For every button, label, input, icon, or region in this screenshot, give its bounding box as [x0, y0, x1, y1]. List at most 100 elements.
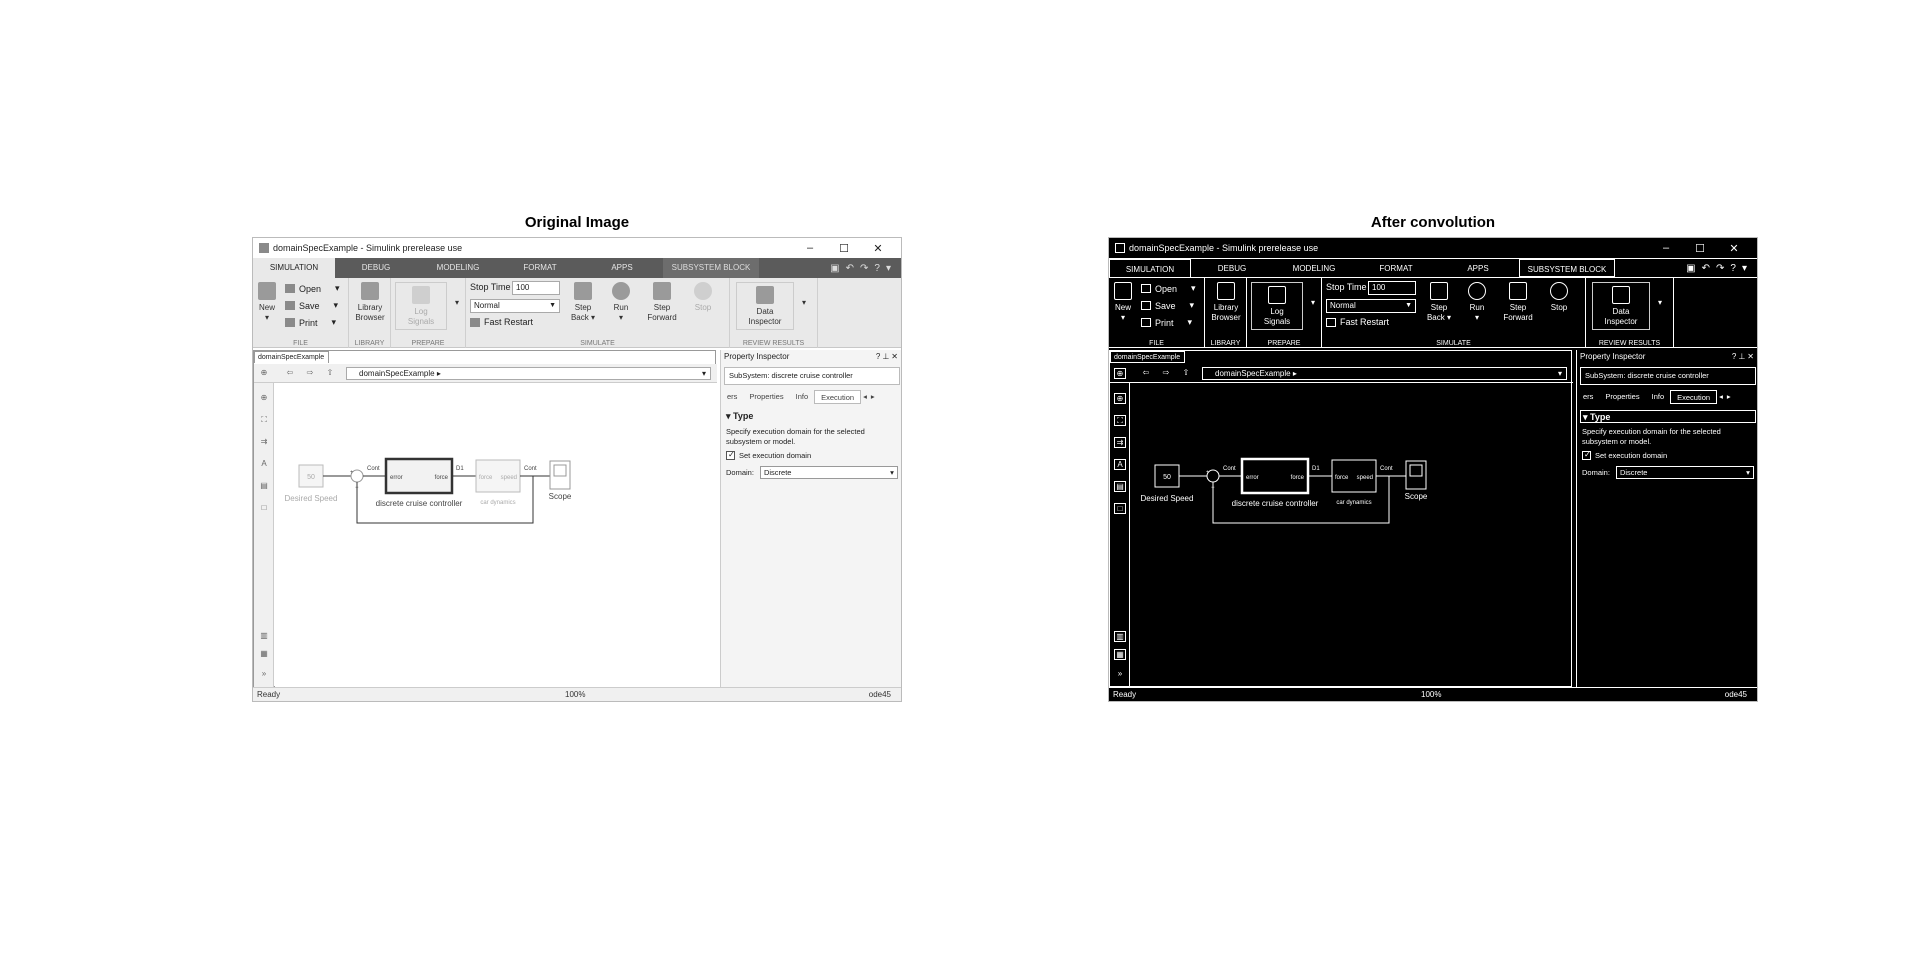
new-button[interactable]: New ▾	[257, 282, 277, 323]
tab-apps[interactable]: APPS	[581, 258, 663, 278]
chevron-down-icon[interactable]: ▾	[886, 263, 891, 274]
model-tab[interactable]: domainSpecExample	[1110, 351, 1185, 363]
tab-scroll-right-icon[interactable]: ▸	[1725, 390, 1733, 404]
forward-arrow-icon[interactable]: ⇨	[304, 368, 316, 379]
zoom-icon[interactable]: ⊕	[1114, 393, 1126, 404]
breadcrumb[interactable]: domainSpecExample ▸ ▾	[346, 367, 711, 380]
type-section-header[interactable]: ▾ Type	[724, 410, 900, 423]
minimize-button[interactable]: –	[793, 242, 827, 254]
up-arrow-icon[interactable]: ⇧	[1180, 368, 1192, 379]
inspector-tab-parameters[interactable]: ers	[721, 390, 743, 404]
library-browser-button[interactable]: Library Browser	[1207, 282, 1245, 323]
image-icon[interactable]: ▤	[1114, 481, 1126, 492]
save-button[interactable]: Save ▾	[1141, 300, 1194, 311]
zoom-icon[interactable]: ⊕	[258, 393, 270, 404]
run-button[interactable]: Run ▾	[606, 282, 636, 323]
inspector-tab-execution[interactable]: Execution	[814, 390, 862, 404]
chevron-down-icon[interactable]: ▾	[1558, 368, 1562, 380]
review-gallery-dropdown[interactable]: ▾	[798, 298, 810, 308]
print-button[interactable]: Print ▾	[285, 317, 336, 328]
pin-icon[interactable]: ⊥	[882, 352, 891, 361]
tab-scroll-left-icon[interactable]: ◂	[1717, 390, 1725, 404]
set-execution-domain-checkbox[interactable]: ✓	[726, 450, 735, 460]
save-button[interactable]: Save ▾	[285, 300, 338, 311]
model-browser-icon[interactable]: ▥	[258, 631, 270, 642]
save-icon[interactable]: ▣	[1686, 263, 1695, 274]
tab-scroll-left-icon[interactable]: ◂	[861, 390, 869, 404]
prepare-gallery-dropdown[interactable]: ▾	[1307, 298, 1319, 308]
tab-scroll-right-icon[interactable]: ▸	[869, 390, 877, 404]
tab-format[interactable]: FORMAT	[1355, 259, 1437, 277]
save-icon[interactable]: ▣	[830, 263, 839, 274]
layers-icon[interactable]: ▦	[1114, 649, 1126, 660]
tab-simulation[interactable]: SIMULATION	[253, 258, 335, 278]
fit-view-icon[interactable]: ⛶	[1114, 415, 1126, 426]
diagram-canvas[interactable]: 50 Desired Speed + − Cont error force di…	[1131, 383, 1573, 688]
expand-icon[interactable]: »	[258, 669, 270, 680]
simulation-mode-select[interactable]: Normal ▼	[1326, 299, 1416, 313]
solver-name[interactable]: ode45	[869, 688, 891, 701]
simulation-mode-select[interactable]: Normal ▼	[470, 299, 560, 313]
log-signals-button[interactable]: Log Signals	[395, 282, 447, 330]
data-inspector-button[interactable]: Data Inspector	[736, 282, 794, 330]
close-button[interactable]: ✕	[861, 242, 895, 255]
fast-restart-button[interactable]: Fast Restart	[470, 317, 533, 327]
stop-button[interactable]: Stop	[688, 282, 718, 313]
zoom-level[interactable]: 100%	[565, 688, 585, 701]
solver-name[interactable]: ode45	[1725, 688, 1747, 701]
open-button[interactable]: Open ▾	[1141, 283, 1196, 294]
area-icon[interactable]: □	[1114, 503, 1126, 514]
area-icon[interactable]: □	[258, 503, 270, 514]
undo-icon[interactable]: ↶	[1702, 263, 1710, 274]
prepare-gallery-dropdown[interactable]: ▾	[451, 298, 463, 308]
route-lines-icon[interactable]: ⇉	[1114, 437, 1126, 448]
tab-subsystem-block[interactable]: SUBSYSTEM BLOCK	[1519, 259, 1615, 277]
stop-button[interactable]: Stop	[1544, 282, 1574, 313]
diagram-canvas[interactable]: 50 Desired Speed + − Cont error force di…	[275, 383, 717, 688]
minimize-button[interactable]: –	[1649, 242, 1683, 254]
up-arrow-icon[interactable]: ⇧	[324, 368, 336, 379]
maximize-button[interactable]: ☐	[827, 242, 861, 255]
stop-time-input[interactable]: 100	[512, 281, 560, 295]
back-arrow-icon[interactable]: ⇦	[1140, 368, 1152, 379]
inspector-tab-properties[interactable]: Properties	[743, 390, 789, 404]
inspector-tab-info[interactable]: Info	[790, 390, 815, 404]
new-button[interactable]: New ▾	[1113, 282, 1133, 323]
step-forward-button[interactable]: Step Forward	[642, 282, 682, 323]
forward-arrow-icon[interactable]: ⇨	[1160, 368, 1172, 379]
fast-restart-button[interactable]: Fast Restart	[1326, 317, 1389, 327]
model-tab[interactable]: domainSpecExample	[254, 351, 329, 363]
type-section-header[interactable]: ▾ Type	[1580, 410, 1756, 423]
image-icon[interactable]: ▤	[258, 481, 270, 492]
hide-browser-icon[interactable]: ⊕	[1114, 368, 1126, 379]
print-button[interactable]: Print ▾	[1141, 317, 1192, 328]
step-forward-button[interactable]: Step Forward	[1498, 282, 1538, 323]
chevron-down-icon[interactable]: ▾	[702, 368, 706, 380]
review-gallery-dropdown[interactable]: ▾	[1654, 298, 1666, 308]
annotation-icon[interactable]: A	[1114, 459, 1126, 470]
help-icon[interactable]: ?	[1730, 263, 1736, 274]
inspector-tab-parameters[interactable]: ers	[1577, 390, 1599, 404]
data-inspector-button[interactable]: Data Inspector	[1592, 282, 1650, 330]
open-button[interactable]: Open ▾	[285, 283, 340, 294]
log-signals-button[interactable]: Log Signals	[1251, 282, 1303, 330]
domain-select[interactable]: Discrete ▾	[1615, 466, 1754, 479]
library-browser-button[interactable]: Library Browser	[351, 282, 389, 323]
tab-apps[interactable]: APPS	[1437, 259, 1519, 277]
zoom-level[interactable]: 100%	[1421, 688, 1441, 701]
undo-icon[interactable]: ↶	[846, 263, 854, 274]
tab-debug[interactable]: DEBUG	[1191, 259, 1273, 277]
inspector-tab-execution[interactable]: Execution	[1670, 390, 1718, 404]
step-back-button[interactable]: Step Back ▾	[566, 282, 600, 323]
chevron-down-icon[interactable]: ▾	[1742, 263, 1747, 274]
inspector-tab-info[interactable]: Info	[1646, 390, 1671, 404]
help-icon[interactable]: ?	[874, 263, 880, 274]
domain-select[interactable]: Discrete ▾	[759, 466, 898, 479]
step-back-button[interactable]: Step Back ▾	[1422, 282, 1456, 323]
close-button[interactable]: ✕	[1717, 242, 1751, 255]
expand-icon[interactable]: »	[1114, 669, 1126, 680]
annotation-icon[interactable]: A	[258, 459, 270, 470]
tab-simulation[interactable]: SIMULATION	[1109, 259, 1191, 277]
model-browser-icon[interactable]: ▥	[1114, 631, 1126, 642]
set-execution-domain-checkbox[interactable]: ✓	[1582, 450, 1591, 460]
